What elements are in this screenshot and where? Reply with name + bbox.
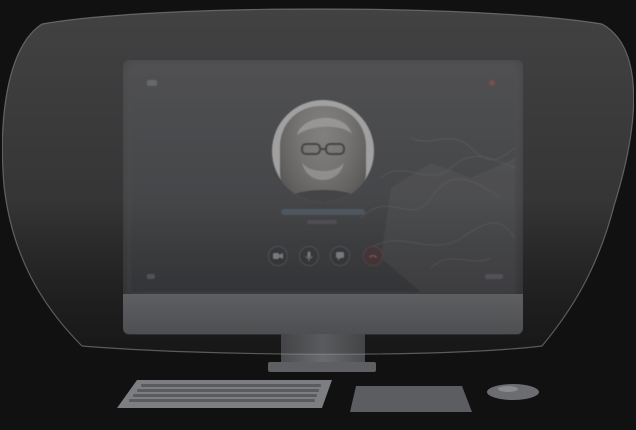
phone-hangup-icon <box>369 254 377 258</box>
call-screen <box>131 68 515 292</box>
screen-corner-icon <box>147 274 155 279</box>
mouse <box>487 384 539 400</box>
monitor-base <box>268 362 376 372</box>
caller-name <box>281 209 365 215</box>
microphone-icon <box>305 251 313 261</box>
message-icon <box>336 252 344 261</box>
caller-avatar <box>272 100 374 202</box>
mute-button[interactable] <box>299 246 319 266</box>
monitor-chin <box>123 294 523 334</box>
keyboard <box>117 380 332 408</box>
trackpad <box>350 386 472 412</box>
scene <box>0 0 636 430</box>
caller-portrait <box>282 117 364 202</box>
end-call-button[interactable] <box>363 246 383 266</box>
video-icon <box>273 253 283 259</box>
video-button[interactable] <box>268 246 288 266</box>
caller-status <box>307 220 337 224</box>
screen-corner-control <box>485 274 503 279</box>
chat-button[interactable] <box>330 246 350 266</box>
